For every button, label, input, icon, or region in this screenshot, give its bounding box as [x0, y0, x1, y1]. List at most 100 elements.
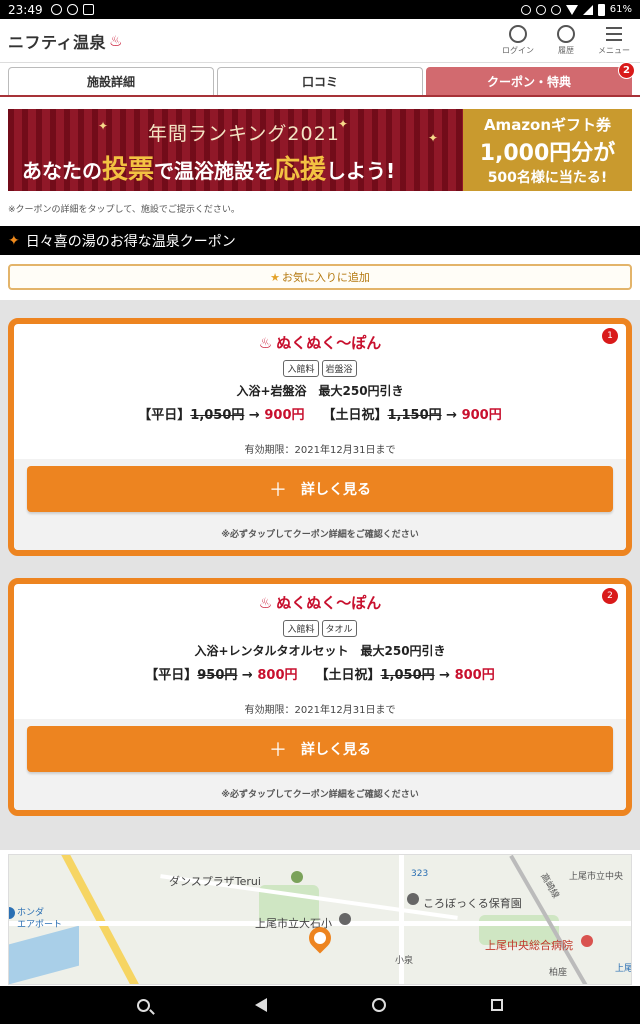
map-poi-icon — [9, 907, 15, 919]
coupon-description: 入浴+岩盤浴 最大250円引き — [236, 384, 404, 398]
onsen-icon: ♨ — [109, 31, 123, 50]
recents-icon — [491, 999, 503, 1011]
battery-icon — [597, 3, 605, 16]
map-label: 323 — [411, 869, 429, 879]
banner-amount: 1,000円分が — [479, 140, 616, 166]
coupon-caution: ※必ずタップしてクーポン詳細をご確認ください — [221, 790, 419, 800]
history-label: 履歴 — [558, 46, 574, 55]
map-label: 柏座 — [549, 968, 568, 978]
coupon-details-label: 詳しく見る — [301, 742, 371, 758]
weekday-old-price: 950円 — [197, 668, 238, 683]
coupon-tag: タオル — [321, 620, 357, 637]
tab-facility-details[interactable]: 施設詳細 — [8, 67, 214, 95]
notification-icon — [50, 4, 62, 15]
map-label: 上尾中央総合病院 — [485, 939, 573, 952]
star-icon: ★ — [270, 270, 280, 284]
coupon-card[interactable]: 1 ♨ ぬくぬく～ぽん 入館料 岩盤浴 入浴+岩盤浴 最大250円引き 【平日】1… — [8, 318, 632, 556]
banner-main-support: 応援 — [274, 155, 327, 185]
holiday-old-price: 1,050円 — [380, 668, 435, 683]
holiday-new-price: 900円 — [461, 408, 502, 423]
holiday-label: 【土日祝】 — [322, 408, 388, 423]
home-button[interactable] — [370, 996, 388, 1014]
weekday-label: 【平日】 — [138, 408, 191, 423]
coupon-details-button[interactable]: ＋ 詳しく見る — [27, 726, 613, 772]
coupon-name: ♨ ぬくぬく～ぽん — [14, 592, 626, 613]
login-button[interactable]: ログイン — [500, 25, 536, 56]
ranking-banner[interactable]: ✦ ✦ ✦ 年間ランキング2021 あなたの投票で温浴施設を応援しよう! Ama… — [8, 109, 632, 191]
coupon-prices: 【平日】950円 → 800円 【土日祝】1,050円 → 800円 — [145, 668, 495, 683]
holiday-new-price: 800円 — [454, 668, 495, 683]
coupon-prices: 【平日】1,050円 → 900円 【土日祝】1,150円 → 900円 — [138, 408, 502, 423]
map-label: エアポート — [17, 920, 63, 930]
sparkle-icon: ✦ — [428, 131, 439, 145]
coupon-name: ♨ ぬくぬく～ぽん — [14, 332, 626, 353]
coupon-tags: 入館料 岩盤浴 — [14, 360, 626, 377]
status-icons: 61% — [520, 3, 632, 16]
add-favorite-label: お気に入りに追加 — [281, 271, 370, 284]
banner-gift: Amazonギフト券 — [483, 115, 612, 134]
coupon-description: 入浴+レンタルタオルセット 最大250円引き — [194, 644, 446, 658]
zoom-icon — [136, 998, 150, 1012]
coupon-note: ※クーポンの詳細をタップして、施設でご提示ください。 — [8, 205, 240, 215]
shield-icon — [82, 4, 94, 15]
sparkle-icon: ✦ — [98, 119, 109, 133]
location-icon — [550, 4, 561, 15]
login-label: ログイン — [502, 46, 534, 55]
section-title: ✦ 日々喜の湯のお得な温泉クーポン — [0, 226, 640, 255]
status-bar: 23:49 61% — [0, 0, 640, 19]
plus-icon: ＋ — [269, 480, 287, 501]
banner-left: ✦ ✦ ✦ 年間ランキング2021 あなたの投票で温浴施設を応援しよう! — [8, 109, 463, 191]
school-icon — [339, 913, 351, 925]
facility-map[interactable]: ダンスプラザTerui ホンダ エアポート 上尾市立大石小 323 ころぼっくる… — [8, 854, 632, 985]
tab-reviews[interactable]: 口コミ — [217, 67, 423, 95]
coupon-expiry: 有効期限：2021年12月31日まで — [244, 705, 396, 716]
weekday-old-price: 1,050円 — [190, 408, 245, 423]
map-label: ダンスプラザTerui — [169, 875, 261, 888]
banner-main-pre: あなたの — [22, 159, 102, 183]
map-label: 上尾市立中央 — [569, 872, 624, 882]
hamburger-icon — [606, 27, 622, 41]
battery-percent: 61% — [609, 4, 632, 15]
onsen-icon: ♨ — [258, 594, 273, 612]
onsen-icon: ♨ — [258, 334, 273, 352]
back-icon — [255, 998, 267, 1012]
alarm-icon — [520, 4, 531, 15]
menu-button[interactable]: メニュー — [596, 25, 632, 56]
coupon-tags: 入館料 タオル — [14, 620, 626, 637]
tab-coupons[interactable]: クーポン・特典 2 — [426, 62, 635, 95]
plus-icon: ＋ — [269, 740, 287, 761]
back-button[interactable] — [252, 996, 270, 1014]
map-label: ころぼっくる保育園 — [423, 897, 522, 910]
zoom-button[interactable] — [134, 996, 152, 1014]
mic-icon — [535, 4, 546, 15]
banner-main-mid: で温浴施設を — [154, 159, 275, 183]
add-favorite-button[interactable]: ★ お気に入りに追加 — [8, 264, 632, 290]
coupon-details-label: 詳しく見る — [301, 482, 371, 498]
coupon-card[interactable]: 2 ♨ ぬくぬく～ぽん 入館料 タオル 入浴+レンタルタオルセット 最大250円引… — [8, 578, 632, 816]
nursery-icon — [407, 893, 419, 905]
tab-coupons-badge: 2 — [618, 62, 635, 79]
coupon-tag: 岩盤浴 — [321, 360, 357, 377]
site-logo[interactable]: ニフティ温泉 ♨ — [8, 29, 123, 53]
banner-title: 年間ランキング2021 — [148, 123, 340, 145]
map-label: 高崎線 — [538, 872, 561, 901]
coupon-details-button[interactable]: ＋ 詳しく見る — [27, 466, 613, 512]
coupon-tag: 入館料 — [283, 360, 319, 377]
recents-button[interactable] — [488, 996, 506, 1014]
banner-main-vote: 投票 — [102, 155, 155, 185]
history-button[interactable]: 履歴 — [548, 25, 584, 56]
sync-icon — [66, 4, 78, 15]
section-title-text: 日々喜の湯のお得な温泉クーポン — [25, 233, 236, 250]
weekday-label: 【平日】 — [145, 668, 198, 683]
user-icon — [509, 25, 527, 43]
system-nav-bar — [0, 986, 640, 1024]
sparkle-icon: ✦ — [8, 232, 20, 249]
coupon-expiry: 有効期限：2021年12月31日まで — [244, 445, 396, 456]
coupon-caution: ※必ずタップしてクーポン詳細をご確認ください — [221, 530, 419, 540]
map-poi-icon — [291, 871, 303, 883]
holiday-label: 【土日祝】 — [315, 668, 381, 683]
map-water — [9, 925, 79, 984]
coupon-name-text: ぬくぬく～ぽん — [276, 594, 382, 612]
menu-label: メニュー — [598, 46, 630, 55]
app-header: ニフティ温泉 ♨ ログイン 履歴 メニュー — [0, 19, 640, 63]
